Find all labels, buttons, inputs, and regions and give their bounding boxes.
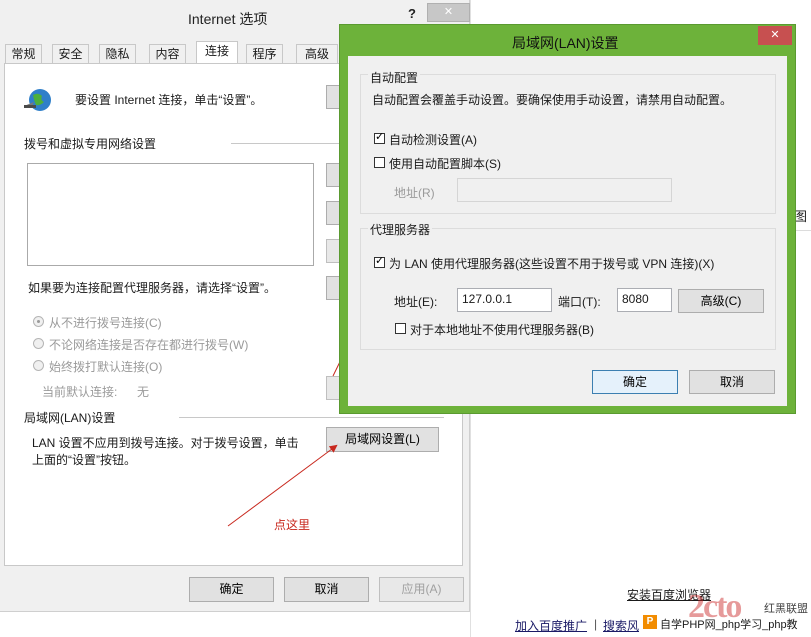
proxy-hint: 如果要为连接配置代理服务器，请选择“设置”。 <box>28 281 276 295</box>
globe-icon <box>22 86 54 116</box>
use-proxy-checkbox[interactable] <box>374 254 385 268</box>
bypass-local-checkbox[interactable] <box>395 323 406 334</box>
port-label: 端口(T): <box>558 295 601 309</box>
add-baidu-link[interactable]: 加入百度推广 <box>515 617 587 634</box>
radio-always-dial[interactable] <box>33 360 44 371</box>
lan-cancel-button[interactable]: 取消 <box>689 370 775 394</box>
current-default-label: 当前默认连接: <box>42 385 118 399</box>
lan-dialog-body: 自动配置 自动配置会覆盖手动设置。要确保使用手动设置，请禁用自动配置。 自动检测… <box>348 56 787 406</box>
lan-ok-button[interactable]: 确定 <box>592 370 678 394</box>
lan-settings-dialog: 局域网(LAN)设置 ✕ 自动配置 自动配置会覆盖手动设置。要确保使用手动设置，… <box>339 24 796 414</box>
proxy-address-input[interactable]: 127.0.0.1 <box>457 288 552 312</box>
auto-script-label: 使用自动配置脚本(S) <box>389 157 501 171</box>
current-default-value: 无 <box>137 385 150 399</box>
cancel-button[interactable]: 取消 <box>284 577 369 602</box>
tab-advanced[interactable]: 高级 <box>296 44 338 63</box>
script-address-label: 地址(R) <box>394 186 435 200</box>
use-proxy-label: 为 LAN 使用代理服务器(这些设置不用于拨号或 VPN 连接)(X) <box>389 257 715 271</box>
background-line <box>794 230 811 231</box>
auto-config-text: 自动配置会覆盖手动设置。要确保使用手动设置，请禁用自动配置。 <box>372 93 733 107</box>
lan-dialog-title: 局域网(LAN)设置 <box>512 35 619 51</box>
proxy-advanced-button[interactable]: 高级(C) <box>678 289 764 313</box>
lan-text-line-2: 上面的“设置”按钮。 <box>32 453 136 467</box>
tab-programs[interactable]: 程序 <box>246 44 283 63</box>
radio-dial-when-absent[interactable] <box>33 338 44 349</box>
lan-divider <box>179 417 444 418</box>
watermark-logo: 2cto <box>688 588 742 625</box>
radio-never-dial[interactable] <box>33 316 44 327</box>
tab-general[interactable]: 常规 <box>5 44 42 63</box>
tab-content[interactable]: 内容 <box>149 44 186 63</box>
radio-never-label: 从不进行拨号连接(C) <box>49 316 162 330</box>
radio-when-absent-label: 不论网络连接是否存在都进行拨号(W) <box>49 338 249 352</box>
proxy-heading: 代理服务器 <box>368 221 433 238</box>
lan-close-button[interactable]: ✕ <box>758 26 792 45</box>
dialup-divider <box>231 143 341 144</box>
window-title: Internet 选项 <box>188 11 268 27</box>
search-link[interactable]: 搜索风 <box>603 617 639 634</box>
tab-connections[interactable]: 连接 <box>196 41 238 64</box>
connection-list[interactable] <box>27 163 314 266</box>
tab-security[interactable]: 安全 <box>52 44 89 63</box>
lan-heading: 局域网(LAN)设置 <box>24 411 116 425</box>
setup-text: 要设置 Internet 连接，单击“设置”。 <box>75 93 263 107</box>
auto-detect-label: 自动检测设置(A) <box>389 133 477 147</box>
lan-text-line-1: LAN 设置不应用到拨号连接。对于拨号设置，单击 <box>32 436 299 450</box>
proxy-address-label: 地址(E): <box>394 295 438 309</box>
ok-button[interactable]: 确定 <box>189 577 274 602</box>
help-button[interactable]: ? <box>408 6 416 21</box>
auto-detect-checkbox[interactable] <box>374 130 385 144</box>
auto-config-heading: 自动配置 <box>368 69 421 86</box>
close-button[interactable]: ✕ <box>427 3 470 22</box>
watermark-brand: 红黑联盟 <box>764 603 808 615</box>
site-favicon: P <box>643 615 657 629</box>
dialup-heading: 拨号和虚拟专用网络设置 <box>24 137 157 151</box>
port-input[interactable]: 8080 <box>617 288 672 312</box>
auto-script-checkbox[interactable] <box>374 157 385 168</box>
script-address-input <box>457 178 672 202</box>
bypass-local-label: 对于本地地址不使用代理服务器(B) <box>410 323 594 337</box>
tab-privacy[interactable]: 隐私 <box>99 44 136 63</box>
radio-always-label: 始终拨打默认连接(O) <box>49 360 163 374</box>
lan-settings-button[interactable]: 局域网设置(L) <box>326 427 439 452</box>
link-separator: | <box>594 617 598 631</box>
apply-button[interactable]: 应用(A) <box>379 577 464 602</box>
annotation-click-here: 点这里 <box>274 518 311 532</box>
